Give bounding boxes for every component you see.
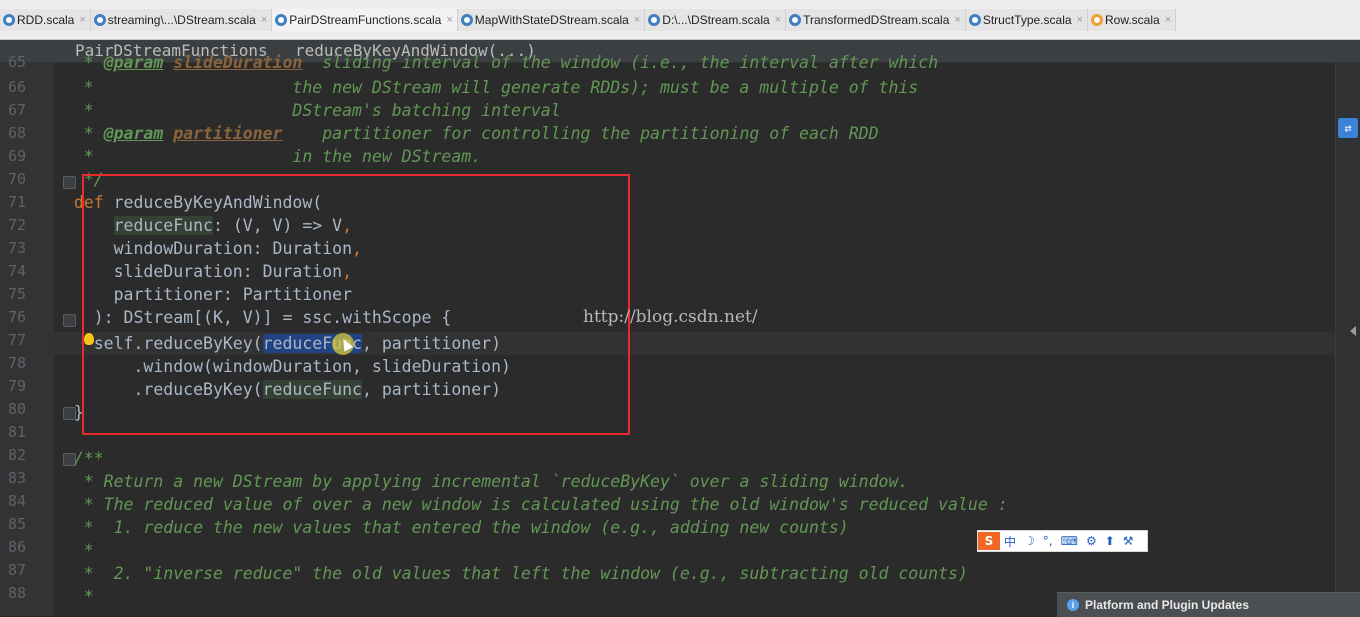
tab-transformeddstream-scala[interactable]: TransformedDStream.scala × xyxy=(786,9,966,31)
code-line-82: /** xyxy=(54,449,104,468)
tab-list: RDD.scala × streaming\...\DStream.scala … xyxy=(0,9,1177,31)
line-number: 76 xyxy=(7,308,26,326)
tab-label: PairDStreamFunctions.scala xyxy=(289,13,442,27)
close-icon[interactable]: × xyxy=(954,14,960,26)
line-number: 65 xyxy=(7,53,26,71)
line-number: 73 xyxy=(7,239,26,257)
close-icon[interactable]: × xyxy=(446,14,452,26)
line-number: 81 xyxy=(7,423,26,441)
line-number: 79 xyxy=(7,377,26,395)
code-line-66: * the new DStream will generate RDDs); m… xyxy=(54,78,919,97)
line-number: 85 xyxy=(7,515,26,533)
line-number-gutter: 65 66 67 68 69 70 71 72 73 74 75 76 77 7… xyxy=(0,53,54,616)
tab-d-dstream-scala[interactable]: D:\...\DStream.scala × xyxy=(645,9,787,31)
line-number: 67 xyxy=(7,101,26,119)
close-icon[interactable]: × xyxy=(261,14,267,26)
scala-class-icon xyxy=(3,14,15,26)
scala-object-icon xyxy=(1090,14,1103,26)
code-line-65: * @param slideDuration sliding interval … xyxy=(54,53,939,72)
vertical-scrollbar[interactable] xyxy=(1335,62,1360,616)
close-icon[interactable]: × xyxy=(634,14,640,26)
close-icon[interactable]: × xyxy=(79,14,85,26)
line-number: 82 xyxy=(7,446,26,464)
wrench-icon[interactable]: ⚒ xyxy=(1123,534,1134,548)
scala-class-icon xyxy=(648,14,661,26)
scala-class-icon xyxy=(789,14,802,26)
tab-label: StructType.scala xyxy=(982,13,1072,27)
code-line-84: * The reduced value of over a new window… xyxy=(54,495,1008,514)
moon-icon[interactable]: ☽ xyxy=(1024,534,1035,548)
lightbulb-icon[interactable] xyxy=(84,333,94,345)
settings-icon[interactable]: ⚙ xyxy=(1086,534,1097,548)
scala-class-icon xyxy=(275,14,288,26)
punctuation-icon[interactable]: °, xyxy=(1043,534,1053,548)
tab-streaming-dstream-scala[interactable]: streaming\...\DStream.scala × xyxy=(90,9,273,31)
tab-pairdstreamfunctions-scala[interactable]: PairDStreamFunctions.scala × xyxy=(272,9,458,31)
update-notification[interactable]: i Platform and Plugin Updates xyxy=(1057,592,1360,617)
scala-class-icon xyxy=(968,14,981,26)
tab-label: TransformedDStream.scala xyxy=(803,13,950,27)
line-number: 72 xyxy=(7,216,26,234)
editor-tab-bar: RDD.scala × streaming\...\DStream.scala … xyxy=(0,0,1360,40)
tab-structtype-scala[interactable]: StructType.scala × xyxy=(965,9,1088,31)
line-number: 69 xyxy=(7,147,26,165)
line-number: 86 xyxy=(7,538,26,556)
tab-label: Row.scala xyxy=(1104,13,1160,27)
code-line-80: } xyxy=(54,403,84,422)
code-line-87: * 2. "inverse reduce" the old values tha… xyxy=(54,564,968,583)
line-number: 80 xyxy=(7,400,26,418)
ime-logo-icon[interactable]: S xyxy=(978,532,1000,550)
code-line-69: * in the new DStream. xyxy=(54,147,482,166)
code-line-85: * 1. reduce the new values that entered … xyxy=(54,518,849,537)
ime-toolbar[interactable]: S 中 ☽ °, ⌨ ⚙ ⬆ ⚒ xyxy=(977,530,1148,552)
tab-label: MapWithStateDStream.scala xyxy=(474,13,629,27)
keyboard-icon[interactable]: ⌨ xyxy=(1061,534,1078,548)
line-number: 74 xyxy=(7,262,26,280)
line-number: 77 xyxy=(7,331,26,349)
ime-language[interactable]: 中 xyxy=(1004,533,1016,550)
close-icon[interactable]: × xyxy=(775,14,781,26)
line-number: 78 xyxy=(7,354,26,372)
tab-rdd-scala[interactable]: RDD.scala × xyxy=(0,9,91,31)
highlight-box xyxy=(82,174,630,435)
tab-row-scala[interactable]: Row.scala × xyxy=(1087,9,1177,31)
code-line-68: * @param partitioner partitioner for con… xyxy=(54,124,879,143)
chevron-left-icon[interactable] xyxy=(1350,326,1356,336)
side-toolwindow-button[interactable]: ⇄ xyxy=(1338,118,1358,138)
close-icon[interactable]: × xyxy=(1077,14,1083,26)
shirt-icon[interactable]: ⬆ xyxy=(1105,534,1115,548)
scala-class-icon xyxy=(93,14,106,26)
tab-label: streaming\...\DStream.scala xyxy=(107,13,256,27)
line-number: 87 xyxy=(7,561,26,579)
line-number: 70 xyxy=(7,170,26,188)
tab-label: D:\...\DStream.scala xyxy=(662,13,770,27)
tab-label: RDD.scala xyxy=(17,13,75,27)
close-icon[interactable]: × xyxy=(1165,14,1171,26)
line-number: 83 xyxy=(7,469,26,487)
scala-class-icon xyxy=(460,14,473,26)
info-icon: i xyxy=(1067,599,1079,611)
code-line-67: * DStream's batching interval xyxy=(54,101,561,120)
code-line-86: * xyxy=(54,541,94,560)
code-line-88: * xyxy=(54,587,94,606)
line-number: 84 xyxy=(7,492,26,510)
line-number: 88 xyxy=(7,584,26,602)
line-number: 71 xyxy=(7,193,26,211)
line-number: 66 xyxy=(7,78,26,96)
line-number: 68 xyxy=(7,124,26,142)
code-line-83: * Return a new DStream by applying incre… xyxy=(54,472,909,491)
watermark-text: http://blog.csdn.net/ xyxy=(583,307,758,327)
tab-mapwithstatedstream-scala[interactable]: MapWithStateDStream.scala × xyxy=(457,9,646,31)
notification-title[interactable]: Platform and Plugin Updates xyxy=(1085,598,1249,612)
line-number: 75 xyxy=(7,285,26,303)
